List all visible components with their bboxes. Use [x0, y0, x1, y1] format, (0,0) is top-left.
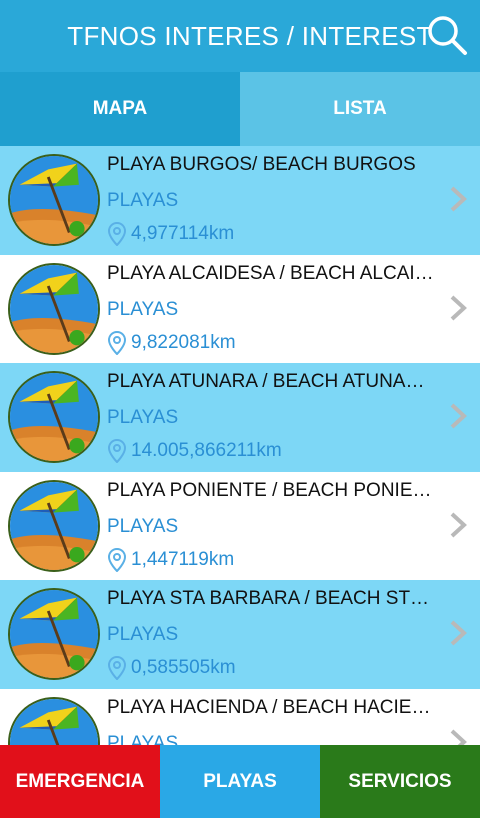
- list-item[interactable]: PLAYA ALCAIDESA / BEACH ALCAI… PLAYAS 9,…: [0, 254, 480, 364]
- item-distance: 1,447119km: [107, 547, 235, 572]
- item-distance: 0,585505km: [107, 656, 236, 681]
- tab-mapa-label: MAPA: [92, 98, 148, 119]
- list-item[interactable]: PLAYA ATUNARA / BEACH ATUNA… PLAYAS 14.0…: [0, 363, 480, 472]
- item-category: PLAYAS: [107, 298, 179, 320]
- chevron-right-icon: [450, 620, 467, 646]
- tab-lista[interactable]: LISTA: [240, 72, 480, 146]
- beach-list[interactable]: PLAYA BURGOS/ BEACH BURGOS PLAYAS 4,9771…: [0, 146, 480, 746]
- item-distance: 9,822081km: [107, 330, 236, 355]
- item-title: PLAYA BURGOS/ BEACH BURGOS: [107, 154, 416, 175]
- beach-umbrella-icon: [8, 696, 100, 746]
- item-distance-value: 1,447119km: [131, 548, 235, 570]
- beach-umbrella-icon: [8, 479, 100, 572]
- item-title: PLAYA ATUNARA / BEACH ATUNA…: [107, 371, 425, 393]
- item-distance-value: 4,977114km: [131, 223, 235, 244]
- beach-umbrella-icon: [8, 262, 100, 355]
- list-item[interactable]: PLAYA PONIENTE / BEACH PONIE… PLAYAS 1,4…: [0, 471, 480, 581]
- item-distance-value: 14.005,866211km: [131, 440, 282, 462]
- location-pin-icon: [107, 439, 127, 464]
- item-distance-value: 9,822081km: [131, 331, 236, 353]
- item-category: PLAYAS: [107, 407, 179, 429]
- view-tabs: MAPA LISTA: [0, 72, 480, 146]
- search-icon[interactable]: [426, 14, 468, 56]
- item-title: PLAYA HACIENDA / BEACH HACIE…: [107, 696, 431, 718]
- list-item[interactable]: PLAYA HACIENDA / BEACH HACIE… PLAYAS: [0, 688, 480, 746]
- page-title: TFNOS INTERES / INTEREST: [67, 21, 433, 51]
- servicios-button[interactable]: SERVICIOS: [320, 745, 480, 818]
- item-title: PLAYA STA BARBARA / BEACH ST…: [107, 588, 430, 610]
- app-header: TFNOS INTERES / INTEREST: [0, 0, 480, 72]
- list-item[interactable]: PLAYA BURGOS/ BEACH BURGOS PLAYAS 4,9771…: [0, 146, 480, 255]
- tab-lista-label: LISTA: [333, 98, 387, 119]
- emergencia-button[interactable]: EMERGENCIA: [0, 745, 160, 818]
- item-category: PLAYAS: [107, 624, 179, 646]
- playas-button[interactable]: PLAYAS: [160, 745, 320, 818]
- chevron-right-icon: [450, 512, 467, 538]
- location-pin-icon: [107, 547, 127, 572]
- chevron-right-icon: [450, 186, 467, 212]
- list-item[interactable]: PLAYA STA BARBARA / BEACH ST… PLAYAS 0,5…: [0, 580, 480, 689]
- location-pin-icon: [107, 222, 127, 246]
- beach-umbrella-icon: [8, 588, 100, 681]
- item-category: PLAYAS: [107, 190, 179, 211]
- item-distance: 14.005,866211km: [107, 439, 282, 464]
- item-distance: 4,977114km: [107, 222, 234, 246]
- chevron-right-icon: [450, 403, 467, 429]
- location-pin-icon: [107, 656, 127, 681]
- item-distance-value: 0,585505km: [131, 657, 236, 679]
- beach-umbrella-icon: [8, 154, 100, 246]
- beach-umbrella-icon: [8, 371, 100, 464]
- location-pin-icon: [107, 330, 127, 355]
- tab-mapa[interactable]: MAPA: [0, 72, 240, 146]
- item-category: PLAYAS: [107, 515, 179, 537]
- chevron-right-icon: [450, 729, 467, 746]
- chevron-right-icon: [450, 295, 467, 321]
- bottom-nav: EMERGENCIA PLAYAS SERVICIOS: [0, 745, 480, 818]
- item-title: PLAYA PONIENTE / BEACH PONIE…: [107, 479, 432, 501]
- item-title: PLAYA ALCAIDESA / BEACH ALCAI…: [107, 262, 434, 284]
